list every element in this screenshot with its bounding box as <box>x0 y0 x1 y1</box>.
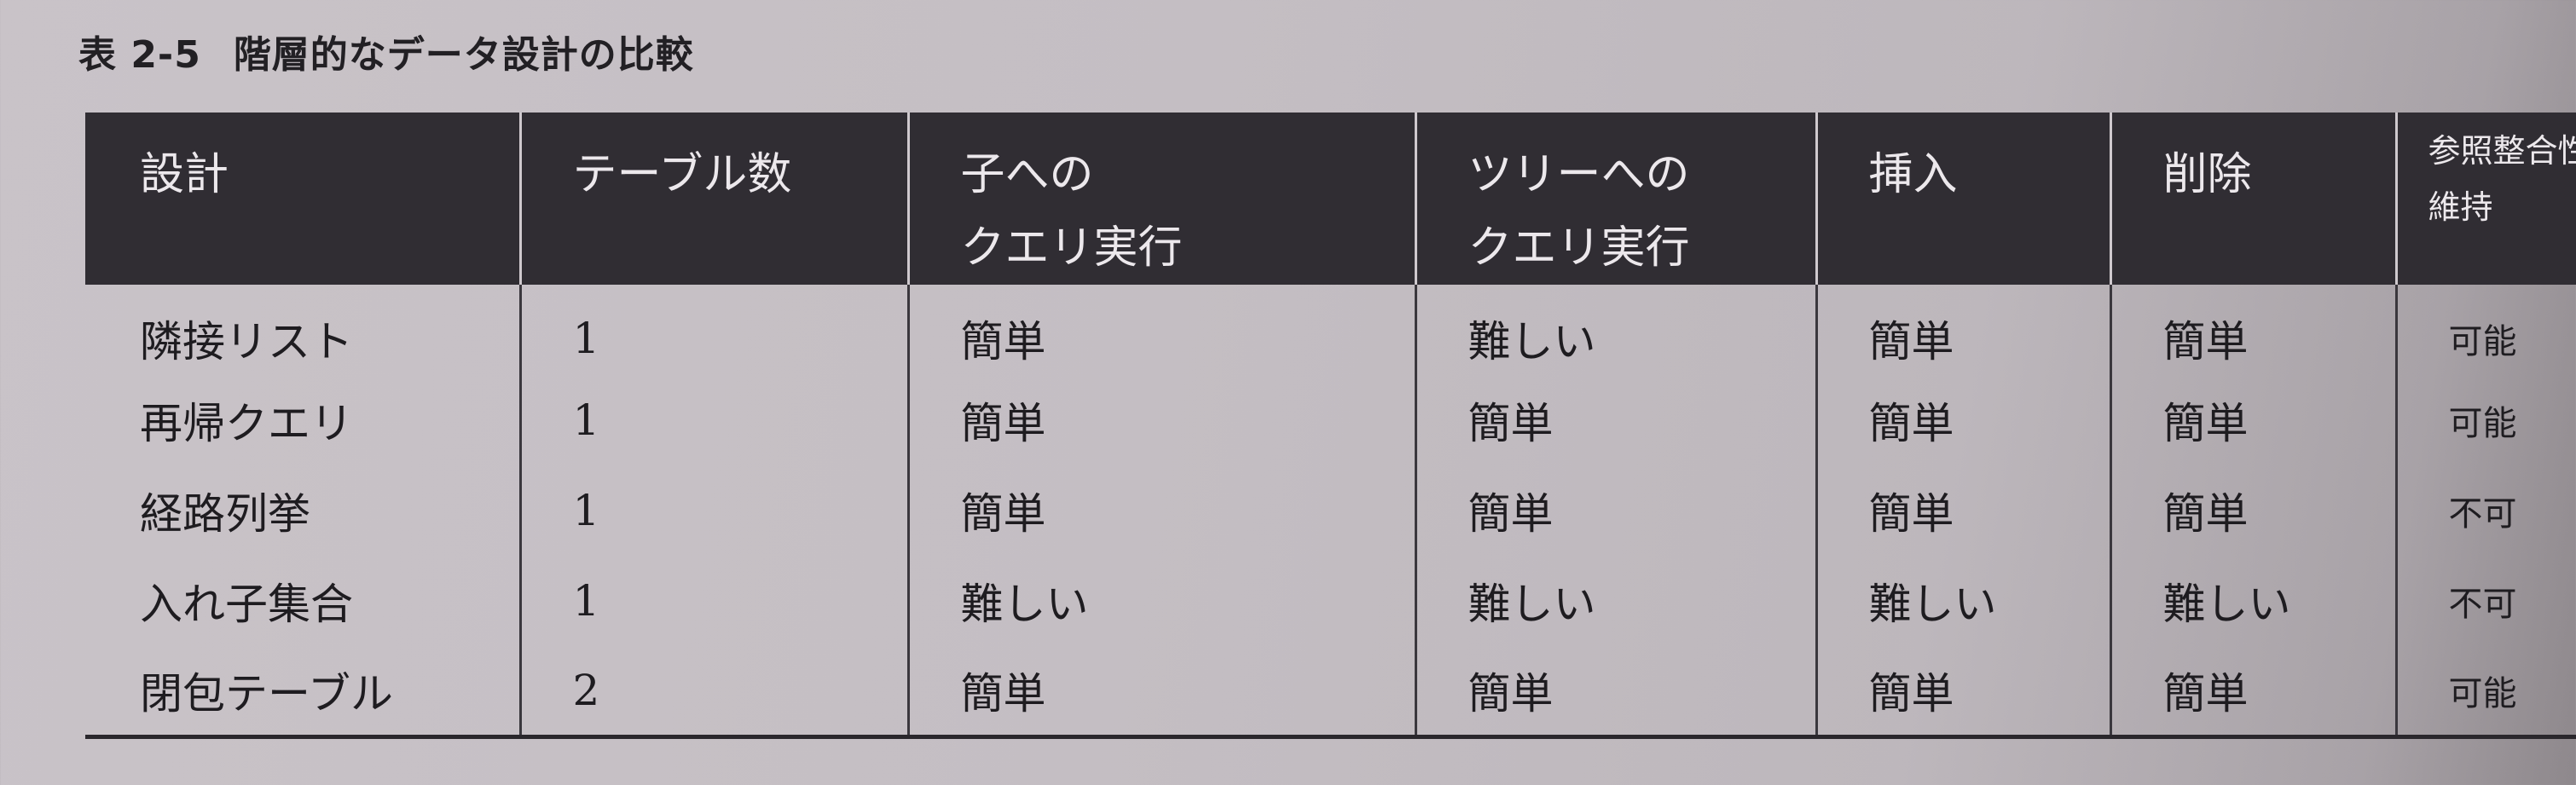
cell-tree-query: 難しい <box>1414 556 1816 646</box>
cell-child-query: 簡単 <box>906 375 1415 465</box>
cell-referential-integrity: 可能 <box>2394 646 2576 739</box>
table-row: 閉包テーブル 2 簡単 簡単 簡単 簡単 可能 <box>85 646 2576 739</box>
cell-insert: 簡単 <box>1815 646 2110 739</box>
header-cell-table-count: テーブル数 <box>518 113 908 285</box>
cell-referential-integrity: 可能 <box>2394 285 2576 375</box>
cell-table-count: 1 <box>518 465 908 556</box>
cell-insert: 簡単 <box>1815 465 2110 556</box>
cell-delete: 簡単 <box>2109 465 2396 556</box>
table-body: 隣接リスト 1 簡単 難しい 簡単 簡単 可能 再帰クエリ 1 簡単 簡単 簡単… <box>85 285 2576 739</box>
cell-tree-query: 簡単 <box>1414 465 1816 556</box>
cell-child-query: 難しい <box>906 556 1415 646</box>
cell-design: 隣接リスト <box>140 317 353 367</box>
table-caption-title: 階層的なデータ設計の比較 <box>233 33 694 77</box>
table-caption-number: 表 2-5 <box>78 33 201 77</box>
header-cell-insert: 挿入 <box>1815 113 2110 285</box>
cell-child-query: 簡単 <box>906 646 1415 739</box>
cell-design: 経路列挙 <box>140 489 310 539</box>
header-cell-child-query: 子への クエリ実行 <box>906 113 1415 285</box>
cell-design: 再帰クエリ <box>140 399 353 448</box>
cell-table-count: 2 <box>518 646 908 739</box>
cell-child-query: 簡単 <box>906 285 1415 375</box>
table-row: 再帰クエリ 1 簡単 簡単 簡単 簡単 可能 <box>85 375 2576 465</box>
cell-tree-query: 難しい <box>1414 285 1816 375</box>
header-cell-design: 設計 <box>85 113 520 285</box>
table-header: 設計 テーブル数 子への クエリ実行 ツリーへの クエリ実行 挿入 削除 参照整合性… <box>85 113 2576 285</box>
cell-delete: 簡単 <box>2109 285 2396 375</box>
header-row: 設計 テーブル数 子への クエリ実行 ツリーへの クエリ実行 挿入 削除 参照整合性… <box>85 113 2576 285</box>
comparison-table: 設計 テーブル数 子への クエリ実行 ツリーへの クエリ実行 挿入 削除 参照整合性… <box>85 113 2576 739</box>
cell-delete: 簡単 <box>2109 646 2396 739</box>
cell-child-query: 簡単 <box>906 465 1415 556</box>
cell-table-count: 1 <box>518 375 908 465</box>
cell-insert: 簡単 <box>1815 285 2110 375</box>
cell-insert: 簡単 <box>1815 375 2110 465</box>
cell-table-count: 1 <box>518 285 908 375</box>
table-row: 経路列挙 1 簡単 簡単 簡単 簡単 不可 <box>85 465 2576 556</box>
cell-referential-integrity: 不可 <box>2394 465 2576 556</box>
cell-referential-integrity: 不可 <box>2394 556 2576 646</box>
cell-tree-query: 簡単 <box>1414 646 1816 739</box>
cell-design: 入れ子集合 <box>140 580 353 629</box>
cell-referential-integrity: 可能 <box>2394 375 2576 465</box>
header-cell-delete: 削除 <box>2109 113 2396 285</box>
table-caption: 表 2-5 階層的なデータ設計の比較 <box>78 24 694 78</box>
table-row: 隣接リスト 1 簡単 難しい 簡単 簡単 可能 <box>85 285 2576 375</box>
cell-insert: 難しい <box>1815 556 2110 646</box>
table-row: 入れ子集合 1 難しい 難しい 難しい 難しい 不可 <box>85 556 2576 646</box>
cell-tree-query: 簡単 <box>1414 375 1816 465</box>
cell-table-count: 1 <box>518 556 908 646</box>
book-page: 表 2-5 階層的なデータ設計の比較 設計 テーブル数 子への クエリ実行 ツリーへ… <box>0 0 2576 785</box>
cell-delete: 難しい <box>2109 556 2396 646</box>
header-cell-referential-integrity: 参照整合性 維持 <box>2394 113 2576 285</box>
cell-delete: 簡単 <box>2109 375 2396 465</box>
cell-design: 閉包テーブル <box>85 646 520 739</box>
header-cell-tree-query: ツリーへの クエリ実行 <box>1414 113 1816 285</box>
